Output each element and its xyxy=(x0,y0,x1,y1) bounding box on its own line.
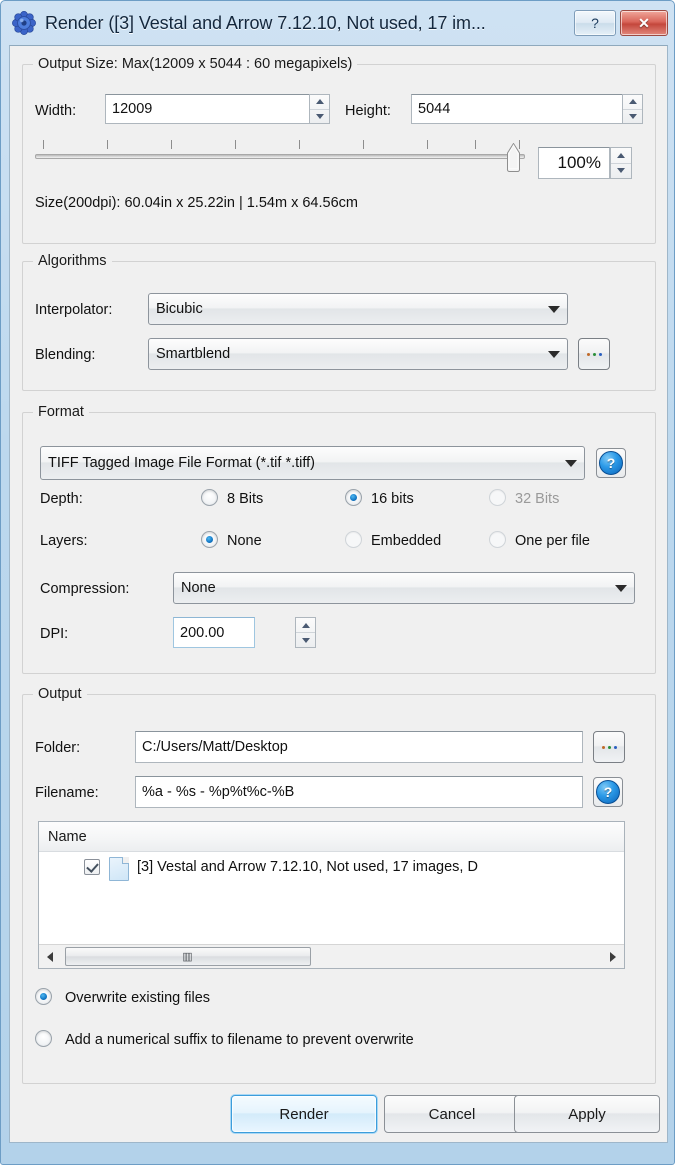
height-label: Height: xyxy=(345,103,391,119)
dpi-stepper-down[interactable] xyxy=(296,632,315,647)
overwrite-existing-label: Overwrite existing files xyxy=(65,990,211,1006)
depth-radio-8bits[interactable] xyxy=(201,489,218,506)
filename-help-button[interactable]: ? xyxy=(593,777,623,807)
titlebar: Render ([3] Vestal and Arrow 7.12.10, No… xyxy=(1,1,674,45)
help-icon: ? xyxy=(596,780,620,804)
folder-browse-button[interactable] xyxy=(593,731,625,763)
close-window-button[interactable]: ✕ xyxy=(620,10,668,36)
layers-radio-one-per-file xyxy=(489,531,506,548)
chevron-down-icon xyxy=(558,459,584,467)
compression-select[interactable]: None xyxy=(173,572,635,604)
ellipsis-icon xyxy=(601,745,617,749)
list-horizontal-scrollbar[interactable]: ▥ xyxy=(39,944,624,968)
window-controls: ? ✕ xyxy=(574,10,668,36)
output-group-title: Output xyxy=(33,686,87,702)
overwrite-existing-radio[interactable] xyxy=(35,988,52,1005)
dpi-input[interactable]: 200.00 xyxy=(173,617,255,648)
scroll-track[interactable]: ▥ xyxy=(61,946,602,968)
depth-radio-16bits[interactable] xyxy=(345,489,362,506)
interpolator-select[interactable]: Bicubic xyxy=(148,293,568,325)
chevron-down-icon xyxy=(541,305,567,313)
layers-option-label-2: One per file xyxy=(515,533,590,549)
blending-label: Blending: xyxy=(35,347,96,363)
folder-label: Folder: xyxy=(35,740,81,756)
size-info-text: Size(200dpi): 60.04in x 25.22in | 1.54m … xyxy=(35,195,358,211)
format-group-title: Format xyxy=(33,404,89,420)
zoom-slider-track[interactable] xyxy=(35,154,525,159)
depth-option-label-1: 16 bits xyxy=(371,491,414,507)
scroll-thumb[interactable]: ▥ xyxy=(65,946,311,966)
height-input[interactable]: 5044 xyxy=(411,94,643,124)
folder-input[interactable]: C:/Users/Matt/Desktop xyxy=(135,731,583,763)
width-input[interactable]: 12009 xyxy=(105,94,330,124)
blending-select[interactable]: Smartblend xyxy=(148,338,568,370)
zoom-percent-input[interactable]: 100% xyxy=(538,147,610,179)
height-stepper-down[interactable] xyxy=(623,108,642,124)
dpi-label: DPI: xyxy=(40,626,69,642)
chevron-down-icon xyxy=(608,584,634,592)
interpolator-label: Interpolator: xyxy=(35,302,113,318)
chevron-down-icon xyxy=(541,350,567,358)
help-icon: ? xyxy=(599,451,623,475)
layers-radio-embedded xyxy=(345,531,362,548)
width-stepper-down[interactable] xyxy=(310,108,329,124)
output-size-group: Output Size: Max(12009 x 5044 : 60 megap… xyxy=(22,56,656,244)
file-icon xyxy=(109,857,129,881)
height-stepper-up[interactable] xyxy=(623,95,642,109)
width-stepper-up[interactable] xyxy=(310,95,329,109)
format-help-button[interactable]: ? xyxy=(596,448,626,478)
row-checkbox[interactable] xyxy=(84,859,100,875)
depth-option-label-0: 8 Bits xyxy=(227,491,264,507)
zoom-stepper-down[interactable] xyxy=(611,162,631,179)
ellipsis-icon xyxy=(586,352,602,356)
compression-value: None xyxy=(181,580,216,596)
zoom-slider-handle[interactable] xyxy=(505,143,522,173)
layers-option-label-1: Embedded xyxy=(371,533,442,549)
depth-option-label-2: 32 Bits xyxy=(515,491,560,507)
zoom-stepper-up[interactable] xyxy=(611,148,631,163)
algorithms-group-title: Algorithms xyxy=(33,253,112,269)
layers-label: Layers: xyxy=(40,533,88,549)
help-titlebar-button[interactable]: ? xyxy=(574,10,616,36)
depth-label: Depth: xyxy=(40,491,83,507)
window-title: Render ([3] Vestal and Arrow 7.12.10, No… xyxy=(45,12,486,33)
numerical-suffix-radio[interactable] xyxy=(35,1030,52,1047)
render-dialog-window: Render ([3] Vestal and Arrow 7.12.10, No… xyxy=(0,0,675,1165)
apply-button[interactable]: Apply xyxy=(514,1095,660,1133)
file-format-value: TIFF Tagged Image File Format (*.tif *.t… xyxy=(48,455,315,471)
scroll-right-button[interactable] xyxy=(602,946,624,968)
file-format-select[interactable]: TIFF Tagged Image File Format (*.tif *.t… xyxy=(40,446,585,480)
height-stepper[interactable] xyxy=(622,94,643,124)
scroll-left-button[interactable] xyxy=(39,946,61,968)
cancel-button[interactable]: Cancel xyxy=(384,1095,520,1133)
output-group: Output Folder: C:/Users/Matt/Desktop Fil… xyxy=(22,686,656,1084)
filename-label: Filename: xyxy=(35,785,99,801)
layers-option-label-0: None xyxy=(227,533,262,549)
blending-options-button[interactable] xyxy=(578,338,610,370)
dpi-stepper-up[interactable] xyxy=(296,618,315,632)
row-filename: [3] Vestal and Arrow 7.12.10, Not used, … xyxy=(137,859,478,875)
app-gear-icon xyxy=(11,10,37,36)
zoom-percent-stepper[interactable] xyxy=(610,147,632,179)
zoom-slider[interactable] xyxy=(35,140,525,176)
algorithms-group: Algorithms Interpolator: Bicubic Blendin… xyxy=(22,253,656,391)
table-row[interactable]: [3] Vestal and Arrow 7.12.10, Not used, … xyxy=(39,852,624,882)
width-stepper[interactable] xyxy=(309,94,330,124)
format-group: Format TIFF Tagged Image File Format (*.… xyxy=(22,404,656,674)
numerical-suffix-label: Add a numerical suffix to filename to pr… xyxy=(65,1032,414,1048)
width-label: Width: xyxy=(35,103,77,119)
layers-radio-none[interactable] xyxy=(201,531,218,548)
dialog-client-area: Output Size: Max(12009 x 5044 : 60 megap… xyxy=(9,45,668,1143)
depth-radio-32bits xyxy=(489,489,506,506)
dpi-stepper[interactable] xyxy=(295,617,316,648)
blending-value: Smartblend xyxy=(156,346,231,362)
output-file-list[interactable]: Name [3] Vestal and Arrow 7.12.10, Not u… xyxy=(38,821,625,969)
filename-input[interactable]: %a - %s - %p%t%c-%B xyxy=(135,776,583,808)
list-column-header-name: Name xyxy=(39,822,624,852)
compression-label: Compression: xyxy=(40,581,130,597)
output-size-group-title: Output Size: Max(12009 x 5044 : 60 megap… xyxy=(33,56,358,72)
render-button[interactable]: Render xyxy=(231,1095,377,1133)
zoom-slider-ticks xyxy=(35,140,525,151)
interpolator-value: Bicubic xyxy=(156,301,203,317)
